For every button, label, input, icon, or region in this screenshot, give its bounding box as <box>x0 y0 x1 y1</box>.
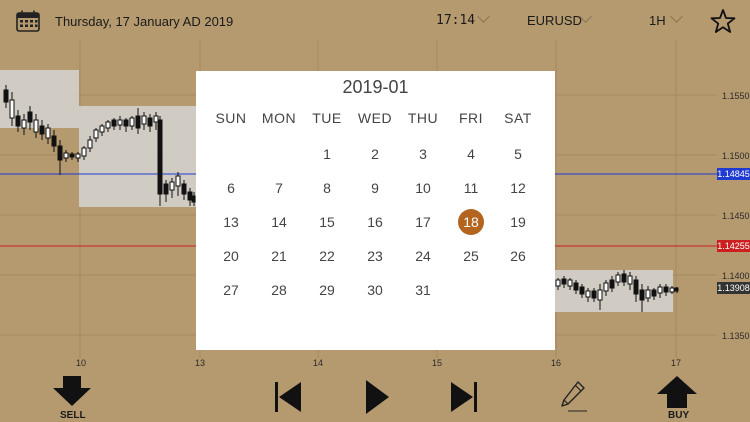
date-axis-label: 17 <box>671 358 682 368</box>
calendar-day[interactable]: 8 <box>303 175 351 201</box>
calendar-day[interactable]: 29 <box>303 277 351 303</box>
weekday-header: WED <box>357 110 393 126</box>
price-label: 1.1500 <box>722 151 750 161</box>
calendar-day[interactable]: 19 <box>494 209 542 235</box>
calendar-popup: 2019-01 SUN MON TUE WED THU FRI SAT 1 2 3 4 5 6 7 8 9 10… <box>196 71 555 350</box>
date-axis-label: 14 <box>313 358 324 368</box>
skip-back-icon[interactable] <box>273 380 303 414</box>
date-axis-label: 13 <box>195 358 206 368</box>
weekday-header: THU <box>407 110 439 126</box>
calendar-day-selected[interactable]: 18 <box>447 209 495 235</box>
current-bid-tag: 1.14845 <box>717 168 750 180</box>
date-axis-label: 16 <box>551 358 562 368</box>
date-axis-label: 15 <box>432 358 443 368</box>
calendar-day[interactable]: 28 <box>255 277 303 303</box>
buy-button[interactable] <box>656 376 698 408</box>
top-bar: Thursday, 17 January AD 2019 17:14 EURUS… <box>0 0 750 40</box>
calendar-day[interactable]: 17 <box>399 209 447 235</box>
calendar-day[interactable]: 7 <box>255 175 303 201</box>
calendar-day[interactable]: 6 <box>207 175 255 201</box>
level-tag: 1.14255 <box>717 240 750 252</box>
star-icon[interactable] <box>710 8 736 34</box>
current-date[interactable]: Thursday, 17 January AD 2019 <box>55 14 233 29</box>
calendar-day[interactable]: 10 <box>399 175 447 201</box>
price-label: 1.1550 <box>722 91 750 101</box>
bottom-toolbar: SELL BUY <box>0 372 750 422</box>
last-price-tag: 1.13908 <box>717 282 750 294</box>
calendar-day[interactable]: 31 <box>399 277 447 303</box>
calendar-day[interactable]: 15 <box>303 209 351 235</box>
calendar-day[interactable]: 1 <box>303 141 351 167</box>
date-axis-label: 10 <box>76 358 87 368</box>
calendar-day[interactable]: 12 <box>494 175 542 201</box>
calendar-day[interactable]: 11 <box>447 175 495 201</box>
buy-label[interactable]: BUY <box>668 410 689 421</box>
calendar-day[interactable]: 16 <box>351 209 399 235</box>
calendar-day[interactable]: 23 <box>351 243 399 269</box>
calendar-day[interactable]: 2 <box>351 141 399 167</box>
pencil-icon[interactable] <box>560 380 588 414</box>
calendar-day[interactable]: 5 <box>494 141 542 167</box>
sell-button[interactable] <box>52 376 92 406</box>
price-label: 1.1350 <box>722 331 750 341</box>
weekday-header: SAT <box>504 110 532 126</box>
weekday-header: SUN <box>215 110 247 126</box>
price-label: 1.1450 <box>722 211 750 221</box>
time-selector[interactable]: 17:14 <box>436 13 475 28</box>
arrow-down-icon <box>53 376 91 406</box>
skip-forward-icon[interactable] <box>449 380 479 414</box>
calendar-day[interactable]: 26 <box>494 243 542 269</box>
calendar-day[interactable]: 25 <box>447 243 495 269</box>
arrow-up-icon <box>657 376 697 408</box>
calendar-month-title: 2019-01 <box>342 77 409 97</box>
play-icon[interactable] <box>364 378 390 416</box>
calendar-day[interactable]: 20 <box>207 243 255 269</box>
time-chevron-down-icon[interactable] <box>477 10 490 23</box>
timeframe-selector[interactable]: 1H <box>649 13 666 28</box>
calendar-day[interactable]: 9 <box>351 175 399 201</box>
calendar-day[interactable]: 13 <box>207 209 255 235</box>
timeframe-chevron-down-icon[interactable] <box>670 10 683 23</box>
weekday-header: MON <box>261 110 297 126</box>
calendar-icon[interactable] <box>16 10 40 32</box>
calendar-day[interactable]: 22 <box>303 243 351 269</box>
calendar-day[interactable]: 21 <box>255 243 303 269</box>
price-label: 1.1400 <box>722 271 750 281</box>
calendar-day[interactable]: 4 <box>447 141 495 167</box>
calendar-day[interactable]: 3 <box>399 141 447 167</box>
sell-label[interactable]: SELL <box>60 410 86 421</box>
calendar-day[interactable]: 14 <box>255 209 303 235</box>
weekday-header: FRI <box>458 110 484 126</box>
symbol-selector[interactable]: EURUSD <box>527 13 582 28</box>
calendar-day[interactable]: 30 <box>351 277 399 303</box>
weekday-header: TUE <box>312 110 342 126</box>
calendar-day[interactable]: 24 <box>399 243 447 269</box>
calendar-day[interactable]: 27 <box>207 277 255 303</box>
